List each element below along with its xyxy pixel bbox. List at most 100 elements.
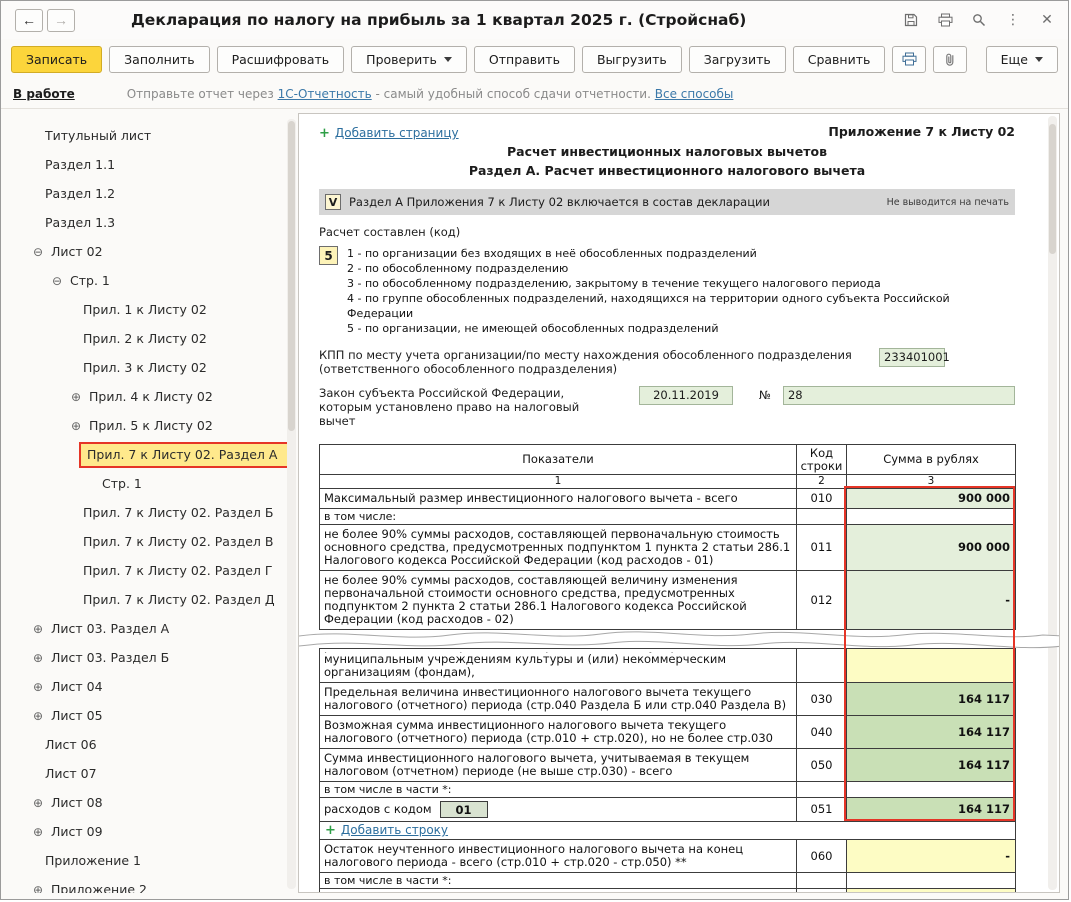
attachment-button[interactable] [933,46,967,73]
sidebar-item-label: Прил. 7 к Листу 02. Раздел Б [83,505,273,520]
sidebar-item[interactable]: ⊖Лист 02 [17,237,284,266]
row-value-field[interactable]: - [847,889,1016,894]
print-icon[interactable] [936,11,954,29]
sidebar-item[interactable]: Приложение 1 [17,846,284,875]
sidebar-item[interactable]: ⊕Лист 03. Раздел А [17,614,284,643]
expand-icon[interactable]: ⊕ [33,883,51,894]
send-button[interactable]: Отправить [474,46,575,73]
1c-reporting-link[interactable]: 1С-Отчетность [278,87,372,101]
sidebar-item[interactable]: Раздел 1.3 [17,208,284,237]
kpp-field[interactable]: 233401001 [879,348,945,367]
sidebar-item[interactable]: ⊕Лист 08 [17,788,284,817]
sidebar-item[interactable]: ⊕Лист 03. Раздел Б [17,643,284,672]
row-code [797,873,847,889]
row-code [797,782,847,798]
row-value-field[interactable]: 164 117 [847,798,1016,822]
row-value-field[interactable]: 164 117 [847,683,1016,716]
sidebar-item[interactable]: ⊖Стр. 1 [17,266,284,295]
forward-button[interactable]: → [47,9,75,32]
decrypt-button[interactable]: Расшифровать [217,46,345,73]
sidebar-item[interactable]: ⊕Лист 05 [17,701,284,730]
compare-button[interactable]: Сравнить [793,46,886,73]
write-button[interactable]: Записать [11,46,102,73]
row-value-field[interactable]: - [847,571,1016,630]
fill-button[interactable]: Заполнить [109,46,209,73]
expand-icon[interactable]: ⊕ [71,390,89,404]
form-title-line2: Раздел А. Расчет инвестиционного налогов… [319,163,1015,179]
expand-icon[interactable]: ⊕ [71,419,89,433]
sidebar-item[interactable]: ⊕Прил. 4 к Листу 02 [17,382,284,411]
collapse-icon[interactable]: ⊖ [52,274,70,288]
sidebar-item[interactable]: Прил. 3 к Листу 02 [17,353,284,382]
save-icon[interactable] [902,11,920,29]
all-methods-link[interactable]: Все способы [655,87,734,101]
row-value-field[interactable]: 164 117 [847,749,1016,782]
sidebar-item[interactable]: ⊕Прил. 5 к Листу 02 [17,411,284,440]
expense-code-field[interactable] [440,892,488,893]
check-button[interactable]: Проверить [351,46,467,73]
sidebar-item[interactable]: ⊕Приложение 2 [17,875,284,893]
calc-code-field[interactable]: 5 [319,246,338,265]
include-section-checkbox[interactable]: V [325,194,341,210]
law-number-field[interactable]: 28 [783,386,1015,405]
collapse-icon[interactable]: ⊖ [33,245,51,259]
more-icon[interactable]: ⋮ [1004,11,1022,29]
main-scrollbar[interactable] [1048,116,1057,890]
find-icon[interactable] [970,11,988,29]
row-value-field[interactable]: - [847,840,1016,873]
sidebar-item[interactable]: ⊕Лист 04 [17,672,284,701]
sidebar-item[interactable]: Прил. 7 к Листу 02. Раздел Б [17,498,284,527]
sidebar-item[interactable]: Прил. 1 к Листу 02 [17,295,284,324]
sidebar-item[interactable]: Стр. 1 [17,469,284,498]
sidebar-item-label: Прил. 7 к Листу 02. Раздел В [83,534,273,549]
close-icon[interactable]: ✕ [1038,11,1056,29]
export-button[interactable]: Выгрузить [582,46,682,73]
appendix-corner-label: Приложение 7 к Листу 02 [828,124,1015,139]
sidebar-item[interactable]: Прил. 7 к Листу 02. Раздел А [17,440,284,469]
import-button[interactable]: Загрузить [689,46,786,73]
expand-icon[interactable]: ⊕ [33,622,51,636]
expand-icon[interactable]: ⊕ [33,825,51,839]
chevron-down-icon [444,57,452,62]
sidebar-item[interactable]: Прил. 7 к Листу 02. Раздел Д [17,585,284,614]
row-code: 010 [797,489,847,509]
more-button[interactable]: Еще [986,46,1058,73]
app-window: ← → Декларация по налогу на прибыль за 1… [0,0,1069,900]
sidebar-item[interactable]: Титульный лист [17,121,284,150]
law-date-field[interactable]: 20.11.2019 [639,386,733,405]
status-in-progress-link[interactable]: В работе [13,87,75,101]
expand-icon[interactable]: ⊕ [33,796,51,810]
subheader-text: в том числе: [320,509,797,525]
printer-icon [902,52,917,66]
expense-code-field[interactable]: 01 [440,801,488,818]
sidebar-item[interactable]: Лист 07 [17,759,284,788]
hint-prefix: Отправьте отчет через [127,87,274,101]
row-indicator-text: Возможная сумма инвестиционного налогово… [320,716,797,749]
column-header: Сумма в рублях [847,445,1016,475]
row-code: 050 [797,749,847,782]
row-value-field[interactable]: 900 000 [847,489,1016,509]
row-value-field[interactable]: 900 000 [847,525,1016,571]
sidebar-scrollbar[interactable] [287,119,296,889]
include-section-bar: V Раздел А Приложения 7 к Листу 02 включ… [319,189,1015,215]
print-button[interactable] [892,46,926,73]
sidebar-item[interactable]: Прил. 7 к Листу 02. Раздел В [17,527,284,556]
expand-icon[interactable]: ⊕ [33,680,51,694]
row-indicator-text: Остаток неучтенного инвестиционного нало… [320,840,797,873]
legend-line: 1 - по организации без входящих в неё об… [347,246,1015,261]
sidebar-item[interactable]: ⊕Лист 09 [17,817,284,846]
expand-icon[interactable]: ⊕ [33,709,51,723]
row-indicator-text: не более 90% суммы расходов, составляюще… [320,525,797,571]
sidebar-item[interactable]: Раздел 1.2 [17,179,284,208]
sidebar-item[interactable]: Раздел 1.1 [17,150,284,179]
legend-line: 2 - по обособленному подразделению [347,261,1015,276]
back-button[interactable]: ← [15,9,43,32]
add-row-link[interactable]: Добавить строку [341,823,448,837]
sidebar-item[interactable]: Лист 06 [17,730,284,759]
row-value-field[interactable]: 164 117 [847,716,1016,749]
sidebar-item-label: Прил. 7 к Листу 02. Раздел Д [83,592,275,607]
expand-icon[interactable]: ⊕ [33,651,51,665]
add-page-link[interactable]: +Добавить страницу [319,122,459,141]
sidebar-item[interactable]: Прил. 2 к Листу 02 [17,324,284,353]
sidebar-item[interactable]: Прил. 7 к Листу 02. Раздел Г [17,556,284,585]
